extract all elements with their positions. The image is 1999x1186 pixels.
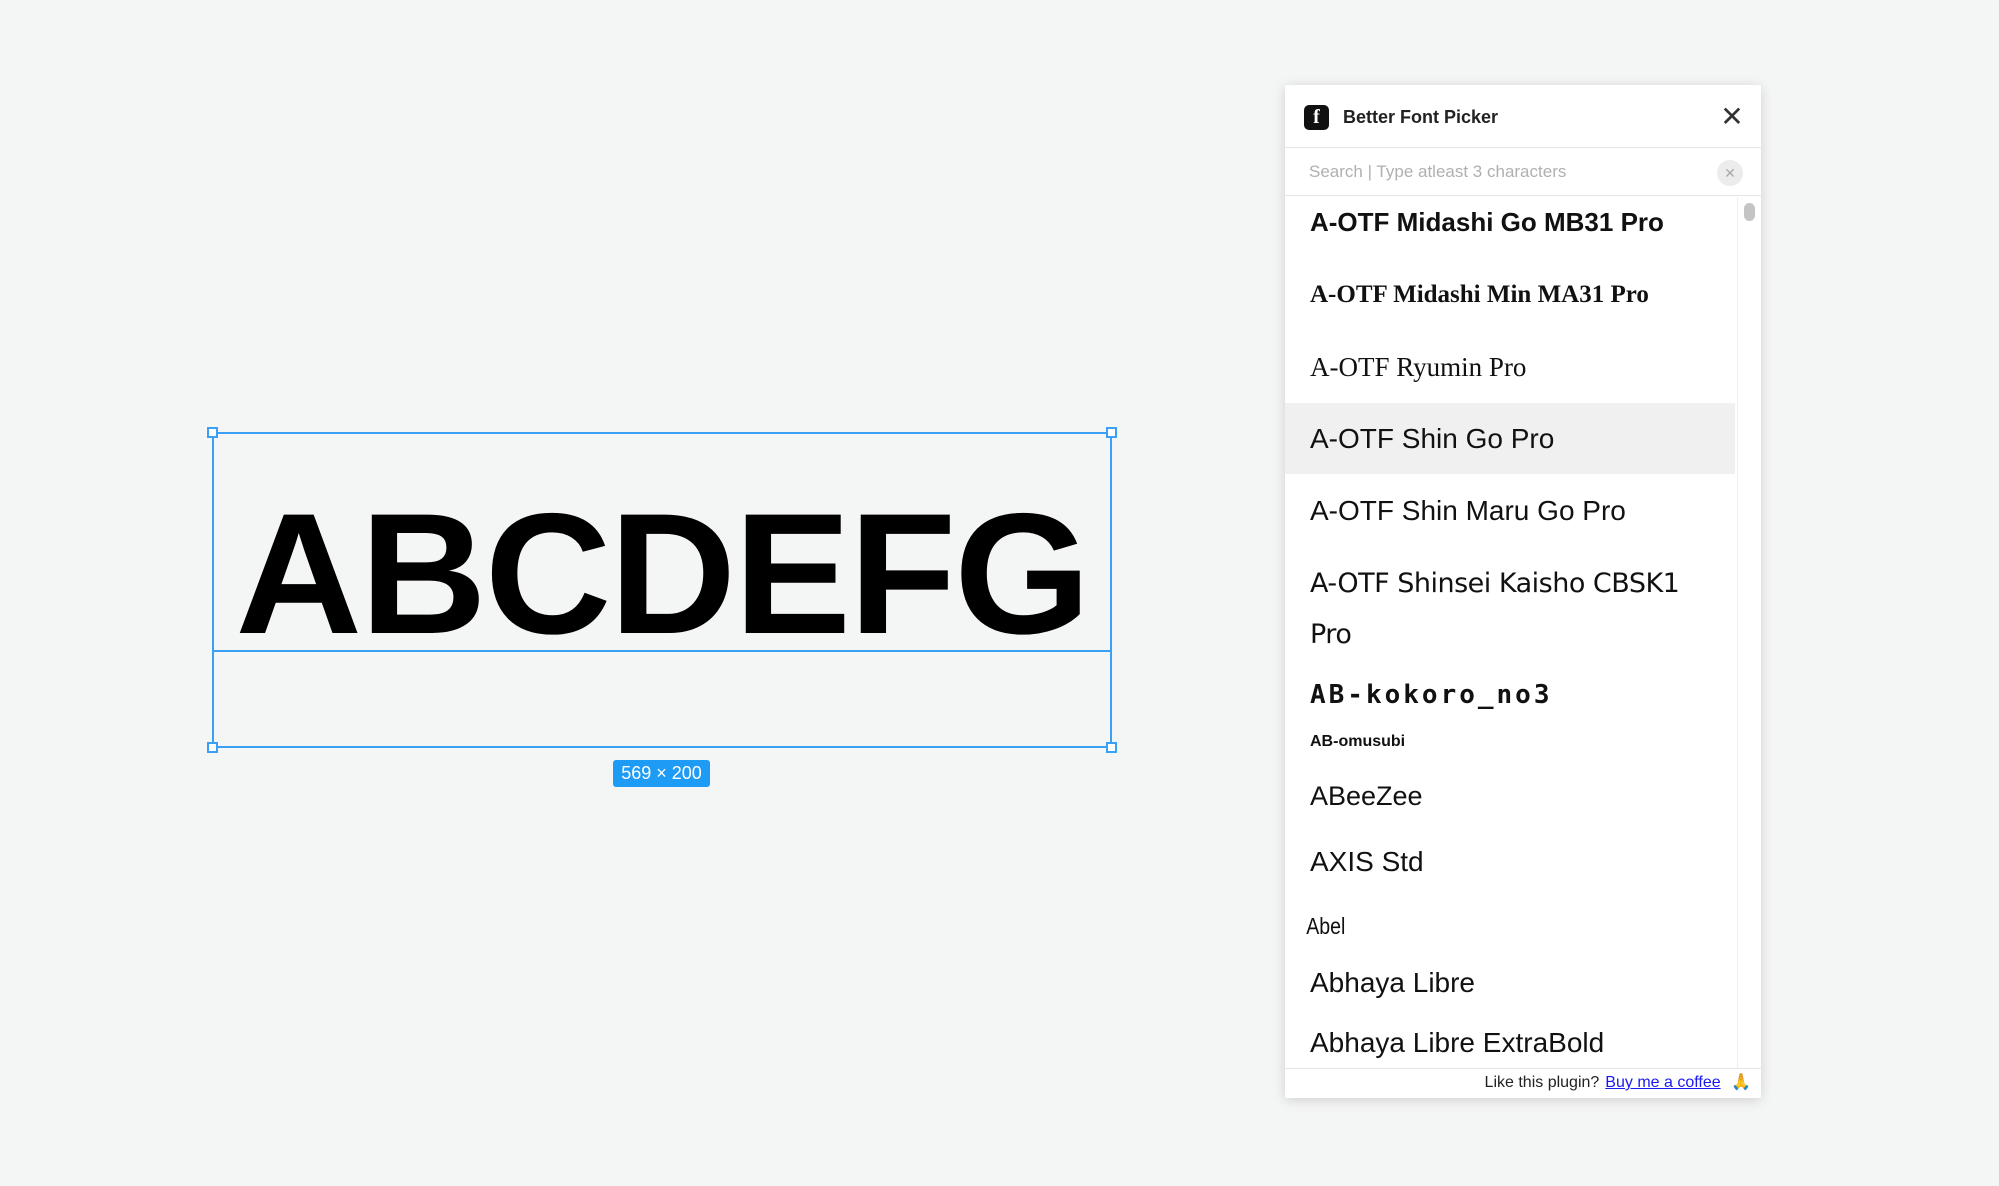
font-item[interactable]: AB-omusubi	[1285, 728, 1735, 756]
footer-text: Like this plugin?	[1484, 1074, 1600, 1091]
resize-handle-top-left[interactable]	[207, 427, 218, 438]
plugin-logo-icon: f	[1304, 105, 1329, 130]
scrollbar-thumb[interactable]	[1744, 203, 1755, 221]
font-item[interactable]: Abhaya Libre ExtraBold	[1285, 1023, 1735, 1063]
font-item[interactable]: A-OTF Shinsei Kaisho CBSK1 Pro	[1285, 558, 1715, 660]
font-list: A-OTF Midashi Go MB31 Pro A-OTF Midashi …	[1285, 197, 1735, 1068]
panel-title: Better Font Picker	[1343, 107, 1499, 127]
sample-text[interactable]: ABCDEFG	[205, 488, 1119, 660]
search-bar: ✕	[1285, 148, 1761, 196]
font-item[interactable]: A-OTF Ryumin Pro	[1285, 348, 1735, 386]
panel-header: f Better Font Picker ✕	[1285, 85, 1761, 148]
resize-handle-bottom-right[interactable]	[1106, 742, 1117, 753]
buy-coffee-link[interactable]: Buy me a coffee	[1605, 1074, 1720, 1091]
font-picker-panel: f Better Font Picker ✕ ✕ A-OTF Midashi G…	[1285, 85, 1761, 1098]
font-item[interactable]: Abhaya Libre	[1285, 963, 1735, 1003]
font-item[interactable]: A-OTF Shin Maru Go Pro	[1285, 474, 1735, 548]
font-item[interactable]: ABeeZee	[1285, 776, 1735, 816]
resize-handle-top-right[interactable]	[1106, 427, 1117, 438]
close-icon[interactable]: ✕	[1719, 103, 1745, 131]
baseline-guide	[214, 650, 1110, 652]
font-item[interactable]: Abel	[1285, 908, 1668, 944]
font-item-selected[interactable]: A-OTF Shin Go Pro	[1285, 403, 1735, 474]
font-item[interactable]: A-OTF Midashi Go MB31 Pro	[1285, 197, 1735, 247]
selected-text-frame[interactable]: ABCDEFG	[207, 427, 1117, 753]
clear-search-icon[interactable]: ✕	[1717, 160, 1743, 186]
dimensions-badge: 569 × 200	[613, 760, 710, 787]
list-scrollbar[interactable]	[1737, 197, 1761, 1068]
search-input[interactable]	[1297, 156, 1697, 188]
font-item[interactable]: A-OTF Midashi Min MA31 Pro	[1285, 275, 1735, 315]
font-item[interactable]: AB-kokoro_no3	[1285, 675, 1735, 715]
pray-emoji-icon: 🙏	[1731, 1074, 1751, 1091]
resize-handle-bottom-left[interactable]	[207, 742, 218, 753]
font-item[interactable]: AXIS Std	[1285, 842, 1735, 882]
panel-footer: Like this plugin? Buy me a coffee 🙏	[1285, 1068, 1761, 1098]
